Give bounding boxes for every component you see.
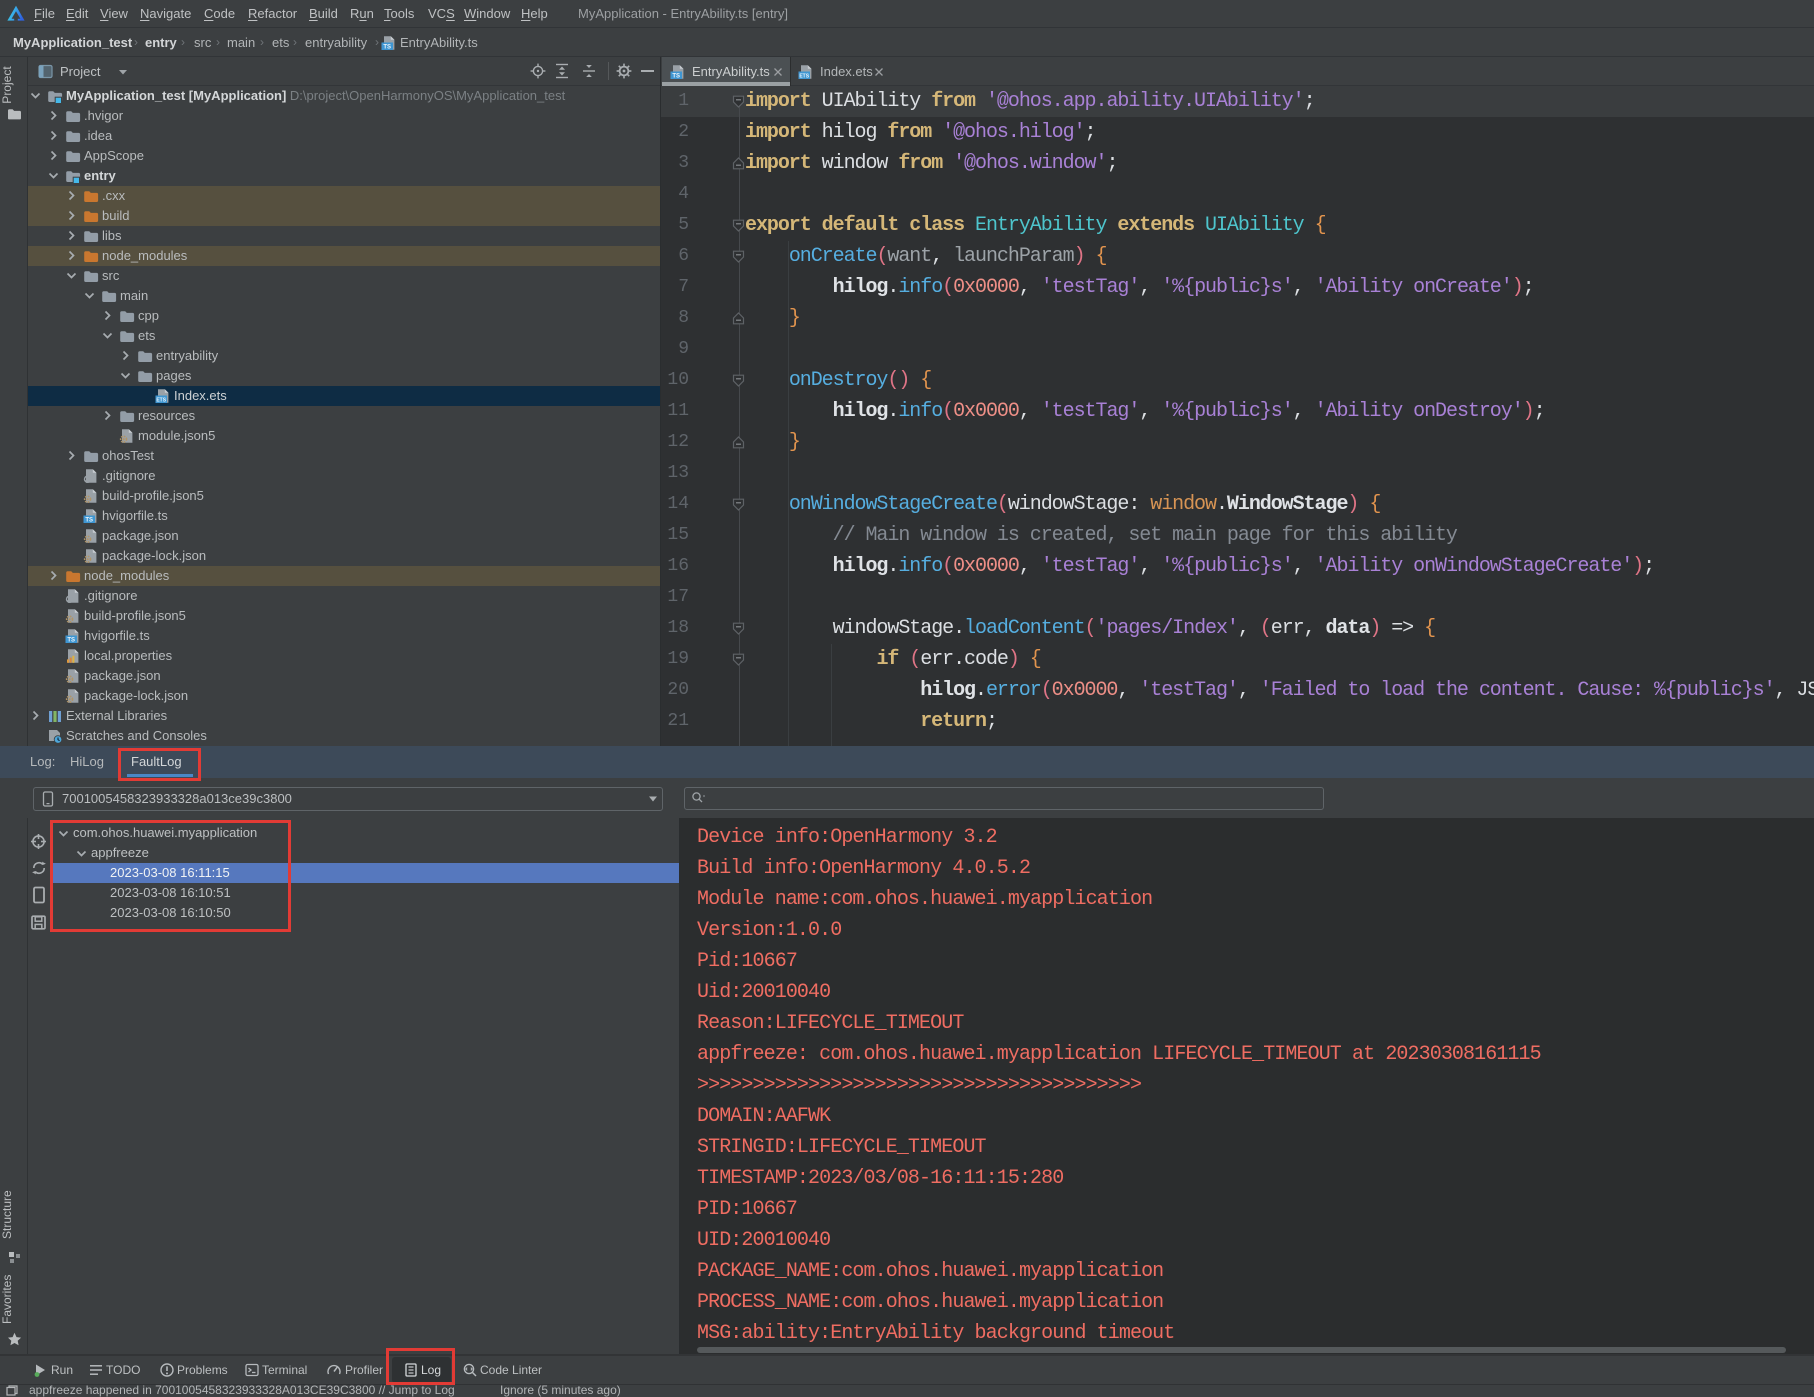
svg-text:ETS: ETS [156,397,166,403]
svg-text:TS: TS [67,637,75,643]
svg-text:TS: TS [672,73,680,79]
svg-text:TS: TS [85,517,93,523]
svg-text:ETS: ETS [799,73,809,79]
svg-text:TS: TS [383,44,391,50]
